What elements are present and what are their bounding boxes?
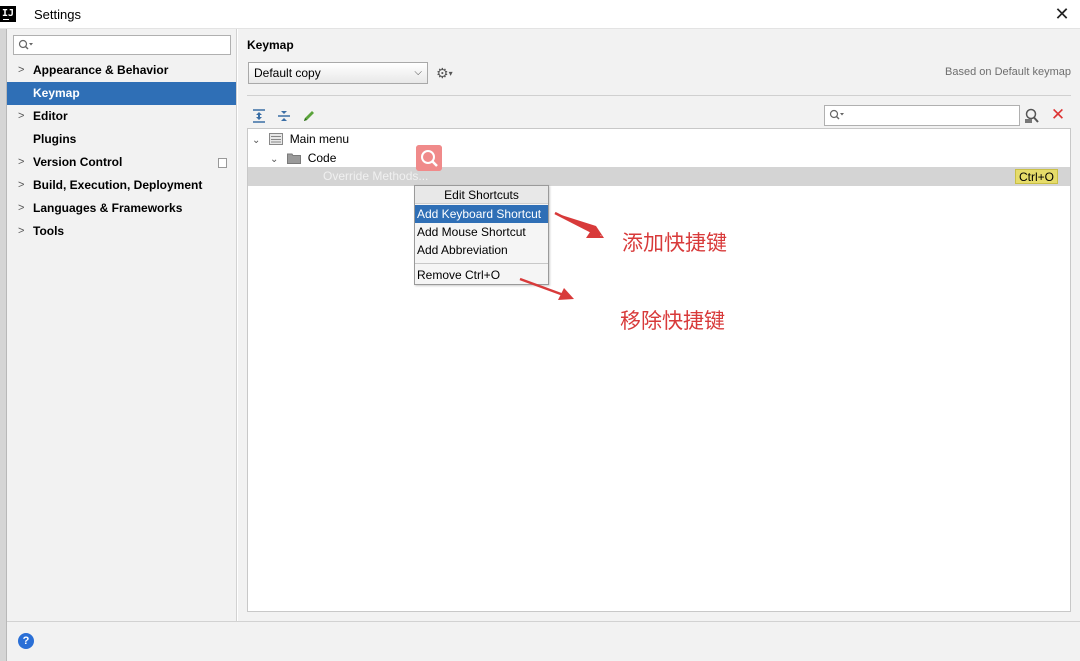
dialog-footer: ? [7,621,1080,661]
help-icon[interactable]: ? [18,633,34,649]
annotation-add-shortcut: 添加快捷键 [622,231,727,255]
annotation-arrows [519,211,604,300]
annotation-remove-shortcut: 移除快捷键 [620,309,725,333]
